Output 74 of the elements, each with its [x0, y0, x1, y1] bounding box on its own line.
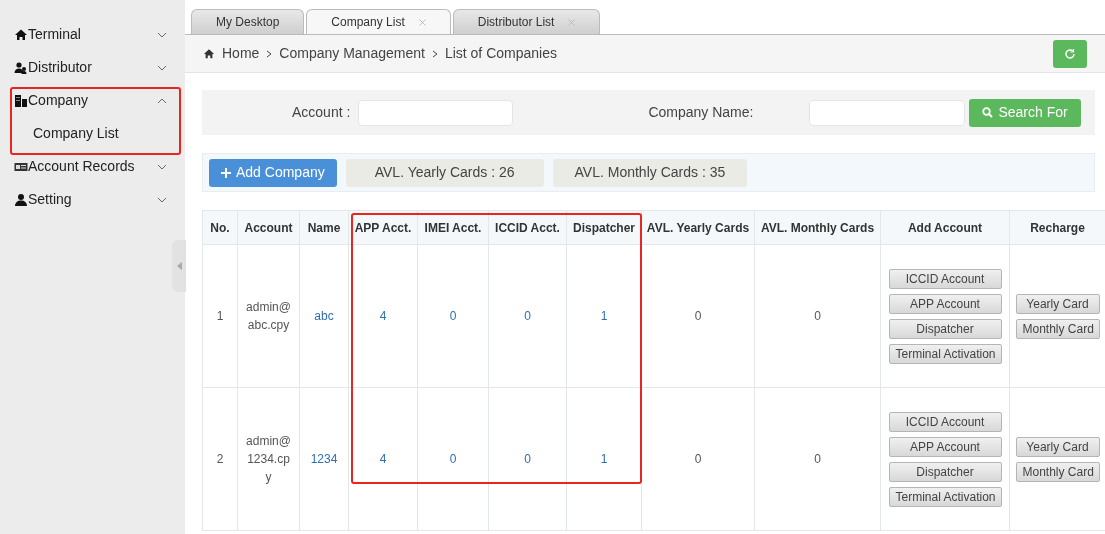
table-link[interactable]: 0: [449, 309, 457, 323]
table-cell-text: admin@abc.cpy: [245, 299, 292, 334]
person-icon: [14, 192, 28, 207]
table-action-button[interactable]: Monthly Card: [1015, 318, 1100, 339]
table-link[interactable]: 0: [524, 452, 531, 466]
column-header: IMEI Acct.: [417, 210, 489, 245]
table-action-button[interactable]: APP Account: [888, 293, 1002, 314]
table-link[interactable]: 1234: [310, 452, 338, 466]
input-field[interactable]: [809, 99, 966, 126]
table-cell: 0: [694, 452, 702, 466]
table-cell: 0: [694, 309, 702, 323]
table-link[interactable]: abc: [314, 309, 334, 323]
column-header: Dispatcher: [566, 210, 642, 245]
tab[interactable]: Company List: [306, 9, 451, 34]
table-action-button[interactable]: ICCID Account: [888, 411, 1002, 432]
table-action-button[interactable]: APP Account: [888, 436, 1002, 457]
users-icon: [14, 60, 28, 75]
tab[interactable]: Distributor List: [452, 9, 601, 34]
table-action-button[interactable]: Monthly Card: [1015, 461, 1100, 482]
column-header: Recharge: [1009, 210, 1105, 245]
chevron-right-icon: [431, 49, 438, 58]
table-action-button[interactable]: ICCID Account: [888, 268, 1002, 289]
sidebar-item[interactable]: Setting: [8, 183, 185, 216]
input-field[interactable]: [358, 99, 514, 126]
field-label: Account :: [292, 103, 351, 122]
refresh-button[interactable]: [1053, 39, 1087, 68]
column-header: Name: [299, 210, 349, 245]
column-header: AVL. Monthly Cards: [754, 210, 881, 245]
column-header: ICCID Acct.: [488, 210, 567, 245]
search-icon: [982, 107, 994, 118]
house-icon: [14, 27, 28, 42]
table-link[interactable]: 0: [524, 309, 531, 323]
column-header: Add Account: [880, 210, 1010, 245]
sidebar-item[interactable]: Account Records: [8, 150, 185, 183]
building-icon: [14, 93, 28, 108]
stat-badge: AVL. Yearly Cards : 26: [345, 158, 544, 187]
table-cell-text: admin@1234.cpy: [245, 433, 292, 486]
home-icon: [203, 48, 215, 59]
triangle-left-icon: [176, 262, 182, 270]
breadcrumb-link[interactable]: Home: [222, 43, 260, 64]
column-header: No.: [202, 210, 238, 245]
table-cell: 1: [216, 309, 224, 323]
refresh-icon: [1064, 47, 1076, 60]
table-link[interactable]: 1: [600, 309, 608, 323]
plus-icon: [221, 167, 231, 178]
table-action-button[interactable]: Yearly Card: [1015, 436, 1100, 457]
breadcrumb-current: List of Companies: [444, 44, 557, 63]
table-action-button[interactable]: Terminal Activation: [888, 343, 1002, 364]
column-header: Account: [237, 210, 300, 245]
column-header: AVL. Yearly Cards: [641, 210, 755, 245]
table-action-button[interactable]: Yearly Card: [1015, 293, 1100, 314]
sidebar-subitem[interactable]: Company List: [8, 117, 185, 150]
column-header: APP Acct.: [348, 210, 418, 245]
table-action-button[interactable]: Terminal Activation: [888, 486, 1002, 507]
sidebar-item[interactable]: Company: [8, 84, 185, 117]
table-cell: 0: [814, 309, 821, 323]
table-cell: 2: [216, 452, 224, 466]
table-link[interactable]: 1: [600, 452, 608, 466]
chevron-right-icon: [266, 49, 273, 58]
table-cell: 0: [814, 452, 821, 466]
table-link[interactable]: 0: [449, 452, 457, 466]
stat-badge: AVL. Monthly Cards : 35: [552, 158, 748, 187]
field-label: Company Name:: [648, 103, 754, 122]
tab[interactable]: My Desktop: [191, 9, 305, 34]
collapse-handle[interactable]: [172, 240, 186, 292]
close-icon[interactable]: [568, 18, 576, 26]
sidebar-item[interactable]: Terminal: [8, 18, 185, 51]
sidebar-item[interactable]: Distributor: [8, 51, 185, 84]
table-link[interactable]: 4: [379, 452, 387, 466]
table-action-button[interactable]: Dispatcher: [888, 318, 1002, 339]
table-link[interactable]: 4: [379, 309, 387, 323]
table-action-button[interactable]: Dispatcher: [888, 461, 1002, 482]
close-icon[interactable]: [418, 18, 426, 26]
breadcrumb-link[interactable]: Company Management: [279, 43, 425, 64]
